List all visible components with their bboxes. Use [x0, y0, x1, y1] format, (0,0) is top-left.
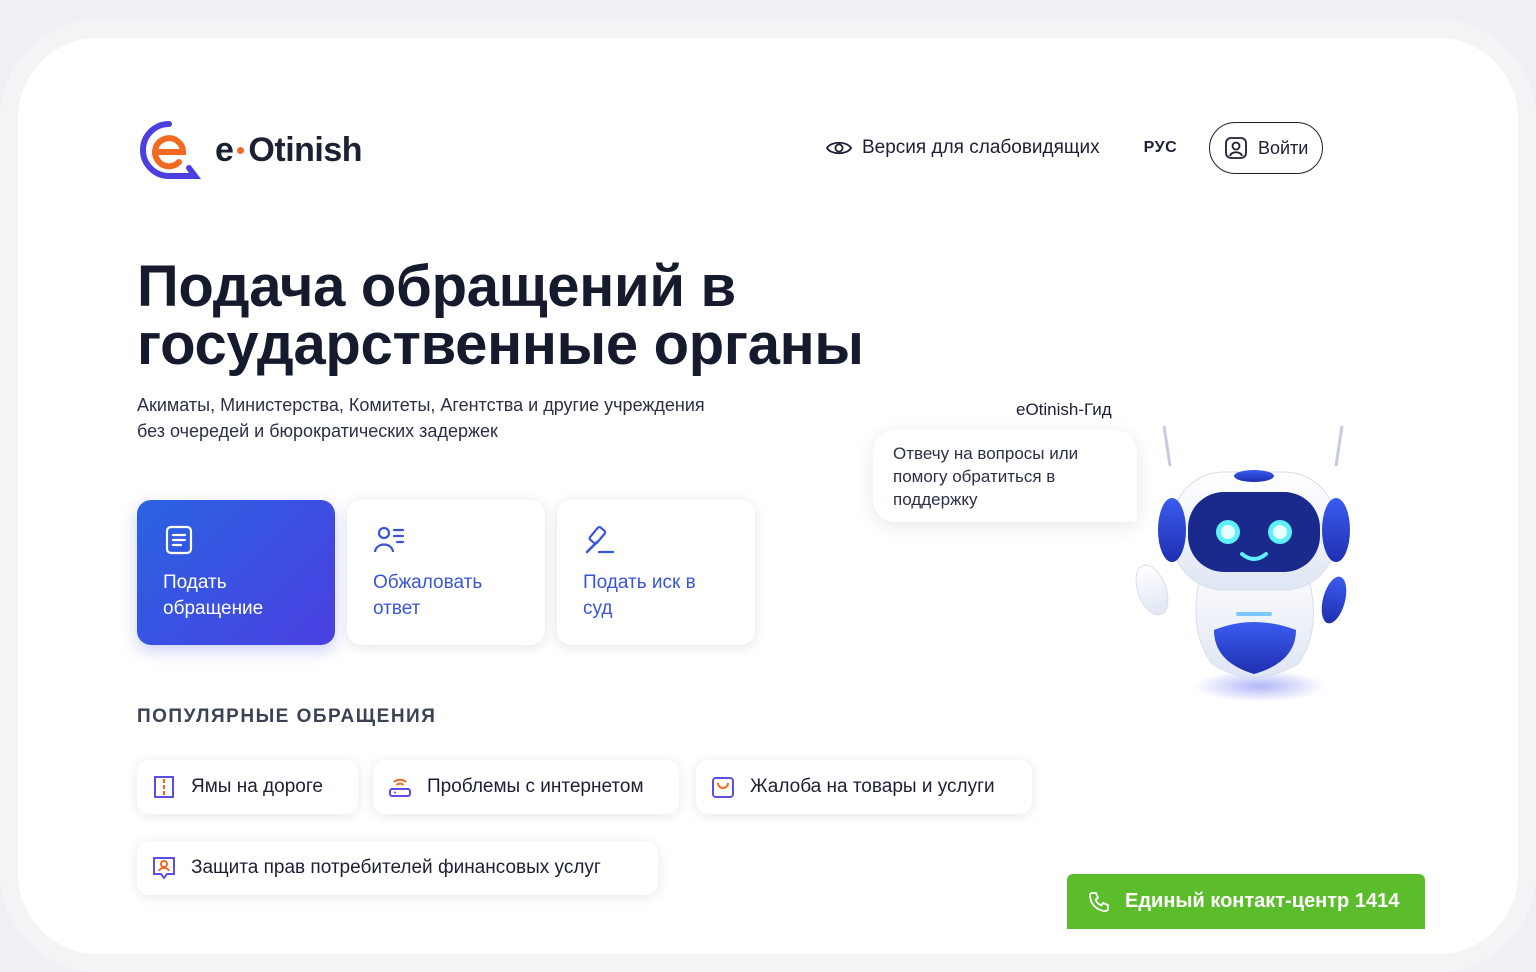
popular-title: ПОПУЛЯРНЫЕ ОБРАЩЕНИЯ [137, 706, 437, 727]
router-icon [389, 778, 411, 797]
logo-dot [237, 146, 245, 154]
appeal-response-label-line1: Обжаловать [373, 572, 483, 593]
robot-assistant-icon[interactable] [1130, 418, 1360, 718]
popular-item-internet[interactable]: Проблемы с интернетом [373, 760, 679, 814]
submit-appeal-button[interactable]: Подать обращение [137, 500, 335, 645]
submit-appeal-label-line1: Подать [163, 572, 227, 593]
page-frame: e Otinish Версия для слабовидящих РУС Во… [18, 38, 1518, 954]
court-claim-label-line2: суд [583, 598, 613, 619]
bot-bubble-line2: помогу обратиться в [893, 467, 1056, 486]
appeal-response-label-line2: ответ [373, 598, 421, 619]
popular-item-label: Жалоба на товары и услуги [750, 776, 995, 797]
logo-mark-icon [140, 121, 201, 179]
consumer-rights-icon [153, 857, 175, 880]
action-cards: Подать обращение Обжаловать ответ Подать… [137, 500, 755, 645]
logo-text-name: Otinish [248, 130, 363, 169]
page-subtitle: Акиматы, Министерства, Комитеты, Агентст… [137, 392, 837, 444]
document-icon [165, 525, 193, 555]
popular-item-goods-complaint[interactable]: Жалоба на товары и услуги [696, 760, 1032, 814]
contact-center-label: Единый контакт-центр 1414 [1125, 890, 1400, 912]
page-title-line2: государственные органы [137, 312, 864, 377]
page-subtitle-line2: без очередей и бюрократических задержек [137, 421, 498, 441]
bot-bubble-line3: поддержку [893, 490, 978, 509]
visually-impaired-link[interactable]: Версия для слабовидящих [826, 137, 1100, 159]
shopping-bag-icon [712, 777, 734, 798]
page-subtitle-line1: Акиматы, Министерства, Комитеты, Агентст… [137, 395, 705, 415]
bot-speech-bubble[interactable]: Отвечу на вопросы или помогу обратиться … [873, 430, 1137, 522]
eye-icon [826, 141, 852, 155]
submit-appeal-label: Подать обращение [163, 570, 309, 622]
login-button[interactable]: Войти [1209, 122, 1324, 174]
phone-icon [1089, 891, 1109, 912]
page-title: Подача обращений в государственные орган… [137, 258, 1037, 374]
visually-impaired-label: Версия для слабовидящих [862, 137, 1100, 158]
appeal-response-label: Обжаловать ответ [373, 570, 519, 622]
user-list-icon [373, 526, 405, 553]
logo[interactable]: e Otinish [137, 118, 363, 182]
appeal-response-button[interactable]: Обжаловать ответ [347, 500, 545, 645]
logo-text: e Otinish [215, 130, 363, 170]
popular-item-label: Защита прав потребителей финансовых услу… [191, 857, 601, 878]
popular-item-financial-consumer-rights[interactable]: Защита прав потребителей финансовых услу… [137, 841, 658, 895]
popular-item-label: Проблемы с интернетом [427, 776, 644, 797]
road-icon [154, 776, 174, 798]
popular-item-label: Ямы на дороге [191, 776, 323, 797]
header-actions: Версия для слабовидящих РУС Войти [826, 122, 1324, 174]
court-claim-button[interactable]: Подать иск в суд [557, 500, 755, 645]
court-claim-label-line1: Подать иск в [583, 572, 696, 593]
submit-appeal-label-line2: обращение [163, 598, 264, 619]
court-claim-label: Подать иск в суд [583, 570, 729, 622]
logo-text-e: e [215, 130, 234, 169]
page-title-line1: Подача обращений в [137, 254, 736, 319]
popular-item-potholes[interactable]: Ямы на дороге [137, 760, 358, 814]
gavel-icon [585, 526, 615, 554]
contact-center-button[interactable]: Единый контакт-центр 1414 [1067, 874, 1425, 929]
login-label: Войти [1257, 137, 1309, 158]
bot-name: eOtinish-Гид [1016, 400, 1112, 419]
language-switcher[interactable]: РУС [1144, 139, 1177, 157]
user-icon [1225, 137, 1247, 159]
bot-bubble-line1: Отвечу на вопросы или [893, 444, 1079, 463]
